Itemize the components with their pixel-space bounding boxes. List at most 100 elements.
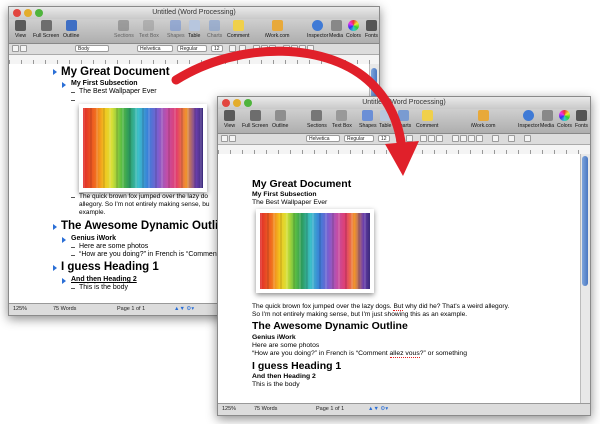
doc-subheading-1[interactable]: My First Subsection	[252, 191, 317, 198]
underline-button[interactable]	[436, 135, 443, 142]
doc-heading-3[interactable]: I guess Heading 1	[252, 360, 341, 372]
view-button[interactable]: View	[15, 20, 26, 39]
table-button[interactable]: Table	[188, 20, 200, 39]
outline-disclosure-triangle[interactable]	[62, 237, 66, 243]
bold-button[interactable]	[420, 135, 427, 142]
style-select[interactable]: Body	[75, 45, 109, 52]
full-screen-button[interactable]: Full Screen	[33, 20, 59, 39]
close-window-icon[interactable]	[222, 99, 230, 107]
outline-paragraph-line[interactable]: The quick brown fox jumped over the lazy…	[79, 193, 208, 200]
italic-button[interactable]	[428, 135, 435, 142]
zoom-level[interactable]: 125%	[222, 404, 236, 415]
doc-body-line[interactable]: “How are you doing?” in French is “Comme…	[252, 350, 467, 358]
outline-subheading-3[interactable]: And then Heading 2	[71, 276, 137, 283]
comment-button[interactable]: Comment	[227, 20, 250, 39]
outline-subheading-1[interactable]: My First Subsection	[71, 80, 138, 87]
outline-heading-1[interactable]: My Great Document	[61, 66, 170, 78]
minimize-window-icon[interactable]	[233, 99, 241, 107]
shapes-button[interactable]: Shapes	[167, 20, 185, 39]
view-button[interactable]: View	[224, 110, 235, 129]
full-screen-button[interactable]: Full Screen	[242, 110, 268, 129]
doc-heading-2[interactable]: The Awesome Dynamic Outline	[252, 320, 408, 332]
doc-heading-1[interactable]: My Great Document	[252, 178, 351, 190]
media-button[interactable]: Media	[329, 20, 343, 39]
iwork-com-button[interactable]: iWork.com	[265, 20, 289, 39]
doc-paragraph-line[interactable]: So I'm not entirely making sense, but I'…	[252, 311, 467, 318]
text-box-button[interactable]: Text Box	[332, 110, 352, 129]
minimize-window-icon[interactable]	[24, 9, 32, 17]
fonts-button[interactable]: Fonts	[365, 20, 378, 39]
background-color-button[interactable]	[239, 45, 246, 52]
text-color-button[interactable]	[229, 45, 236, 52]
underline-button[interactable]	[269, 45, 276, 52]
text-box-button[interactable]: Text Box	[139, 20, 159, 39]
charts-button[interactable]: Charts	[396, 110, 411, 129]
outline-item[interactable]: Here are some photos	[79, 243, 148, 250]
outline-disclosure-triangle[interactable]	[62, 82, 66, 88]
doc-body-line[interactable]: This is the body	[252, 381, 300, 388]
bold-button[interactable]	[253, 45, 260, 52]
page-nav-icons[interactable]: ▲▼ ⚙▾	[368, 404, 388, 415]
doc-subheading-3[interactable]: And then Heading 2	[252, 373, 316, 380]
sections-button[interactable]: Sections	[114, 20, 134, 39]
scroll-thumb[interactable]	[582, 156, 588, 286]
title-bar[interactable]: Untitled (Word Processing)	[9, 7, 379, 19]
media-button[interactable]: Media	[540, 110, 554, 129]
colors-button[interactable]: Colors	[346, 20, 361, 39]
doc-paragraph-line[interactable]: The quick brown fox jumped over the lazy…	[252, 303, 509, 311]
outline-subheading-2[interactable]: Genius iWork	[71, 235, 116, 242]
colors-button[interactable]: Colors	[557, 110, 572, 129]
align-right-button[interactable]	[468, 135, 475, 142]
outline-disclosure-triangle[interactable]	[53, 265, 57, 271]
vertical-scrollbar[interactable]	[580, 154, 590, 404]
outline-button[interactable]: Outline	[63, 20, 79, 39]
doc-subheading-2[interactable]: Genius iWork	[252, 334, 296, 341]
list-styles-button[interactable]	[20, 45, 27, 52]
align-left-button[interactable]	[283, 45, 290, 52]
outline-button[interactable]: Outline	[272, 110, 288, 129]
zoom-window-icon[interactable]	[35, 9, 43, 17]
font-family-select[interactable]: Helvetica	[137, 45, 173, 52]
doc-body-line[interactable]: The Best Wallpaper Ever	[252, 199, 327, 206]
background-color-button[interactable]	[406, 135, 413, 142]
outline-paragraph-line[interactable]: allegory. So I'm not entirely making sen…	[79, 201, 209, 208]
shapes-button[interactable]: Shapes	[359, 110, 377, 129]
justify-button[interactable]	[307, 45, 314, 52]
comment-button[interactable]: Comment	[416, 110, 439, 129]
columns-button[interactable]	[508, 135, 515, 142]
align-right-button[interactable]	[299, 45, 306, 52]
doc-body-line[interactable]: Here are some photos	[252, 342, 319, 349]
align-left-button[interactable]	[452, 135, 459, 142]
page-canvas[interactable]: My Great Document My First Subsection Th…	[218, 154, 581, 404]
paragraph-styles-button[interactable]	[12, 45, 19, 52]
line-spacing-button[interactable]	[492, 135, 499, 142]
rainbow-wallpaper-image[interactable]	[79, 104, 207, 192]
italic-button[interactable]	[261, 45, 268, 52]
inspector-button[interactable]: Inspector	[518, 110, 539, 129]
iwork-com-button[interactable]: iWork.com	[471, 110, 495, 129]
font-size-select[interactable]: 12	[378, 135, 390, 142]
sections-button[interactable]: Sections	[307, 110, 327, 129]
font-size-select[interactable]: 12	[211, 45, 223, 52]
align-center-button[interactable]	[291, 45, 298, 52]
outline-item[interactable]: This is the body	[79, 284, 128, 291]
paragraph-styles-button[interactable]	[221, 135, 228, 142]
justify-button[interactable]	[476, 135, 483, 142]
fonts-button[interactable]: Fonts	[575, 110, 588, 129]
inspector-button[interactable]: Inspector	[307, 20, 328, 39]
font-family-select[interactable]: Helvetica	[306, 135, 340, 142]
outline-disclosure-triangle[interactable]	[62, 278, 66, 284]
charts-button[interactable]: Charts	[207, 20, 222, 39]
table-button[interactable]: Table	[379, 110, 391, 129]
zoom-window-icon[interactable]	[244, 99, 252, 107]
outline-disclosure-triangle[interactable]	[53, 69, 57, 75]
close-window-icon[interactable]	[13, 9, 21, 17]
outline-heading-2[interactable]: The Awesome Dynamic Outline	[61, 220, 232, 232]
outline-item[interactable]: “How are you doing?” in French is “Comme…	[79, 251, 219, 258]
page-nav-icons[interactable]: ▲▼ ⚙▾	[174, 304, 194, 315]
outline-paragraph-line[interactable]: example.	[79, 209, 105, 216]
rainbow-wallpaper-image[interactable]	[256, 209, 374, 293]
title-bar[interactable]: Untitled (Word Processing)	[218, 97, 590, 109]
list-bullets-button[interactable]	[524, 135, 531, 142]
align-center-button[interactable]	[460, 135, 467, 142]
